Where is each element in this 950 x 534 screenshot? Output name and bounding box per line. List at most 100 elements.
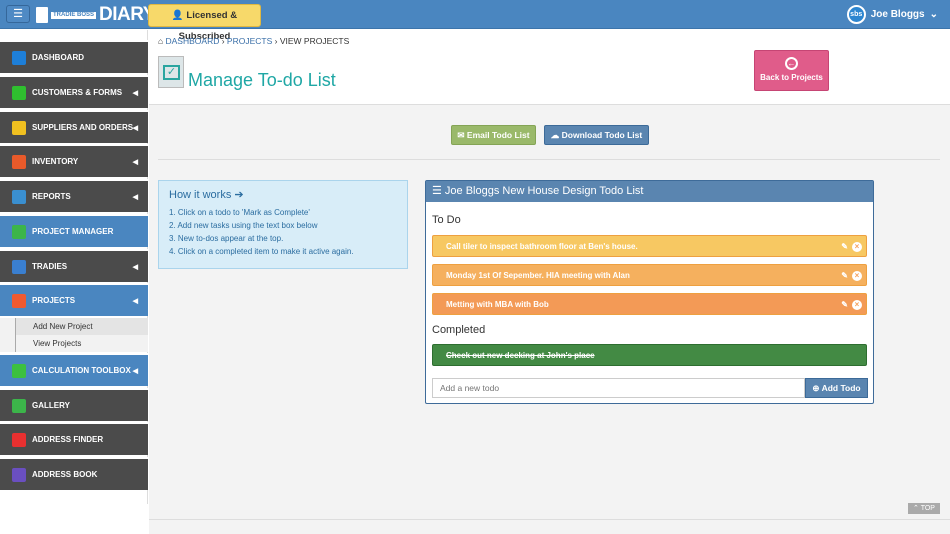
sidebar-icon xyxy=(12,154,26,169)
back-label: Back to Projects xyxy=(760,73,823,82)
sidebar-icon xyxy=(12,432,26,447)
todo-item[interactable]: Monday 1st Of Sepember. HIA meeting with… xyxy=(432,264,867,286)
caret-left-icon: ◀ xyxy=(132,263,138,271)
submenu-add-new-project[interactable]: Add New Project xyxy=(15,318,148,335)
sidebar-item-dashboard[interactable]: DASHBOARD xyxy=(0,40,148,73)
todo-text: Call tiler to inspect bathroom floor at … xyxy=(446,242,638,251)
sidebar-icon xyxy=(12,85,26,100)
breadcrumb-dashboard[interactable]: DASHBOARD xyxy=(166,36,220,46)
sidebar-item-label: ADDRESS FINDER xyxy=(32,435,104,444)
projects-submenu: Add New Project View Projects xyxy=(0,318,148,352)
back-to-top-button[interactable]: ⌃ TOP xyxy=(908,503,940,514)
completed-heading: Completed xyxy=(432,324,486,336)
download-todo-button[interactable]: ☁ Download Todo List xyxy=(544,125,649,145)
user-name: Joe Bloggs xyxy=(870,9,925,20)
email-todo-button[interactable]: ✉ Email Todo List xyxy=(451,125,536,145)
sidebar-item-address-book[interactable]: ADDRESS BOOK xyxy=(0,457,148,490)
how-step: 2. Add new tasks using the text box belo… xyxy=(169,221,318,230)
todo-actions: ✎ × xyxy=(841,294,862,315)
caret-left-icon: ◀ xyxy=(132,193,138,201)
sidebar-item-label: INVENTORY xyxy=(32,157,79,166)
todo-text: Monday 1st Of Sepember. HIA meeting with… xyxy=(446,271,630,280)
todo-actions: ✎ × xyxy=(841,236,862,257)
download-label: Download Todo List xyxy=(561,130,643,140)
breadcrumb-current: VIEW PROJECTS xyxy=(279,36,350,46)
sidebar-item-calculation-toolbox[interactable]: CALCULATION TOOLBOX ◀ xyxy=(0,353,148,386)
completed-item[interactable]: Check out new decking at John's place xyxy=(432,344,867,366)
delete-icon[interactable]: × xyxy=(852,271,862,281)
sidebar-item-project-manager[interactable]: PROJECT MANAGER xyxy=(0,214,148,247)
sidebar-item-projects[interactable]: PROJECTS ◀ xyxy=(0,283,148,316)
todo-item[interactable]: Metting with MBA with Bob ✎ × xyxy=(432,293,867,315)
add-todo-button[interactable]: ⊕ Add Todo xyxy=(805,378,868,398)
sidebar-item-reports[interactable]: REPORTS ◀ xyxy=(0,179,148,212)
sidebar-item-gallery[interactable]: GALLERY xyxy=(0,388,148,421)
sidebar-icon xyxy=(12,224,26,239)
sidebar-item-suppliers-and-orders[interactable]: SUPPLIERS AND ORDERS ◀ xyxy=(0,110,148,143)
user-menu[interactable]: sbs Joe Bloggs ⌄ xyxy=(846,5,938,24)
edit-icon[interactable]: ✎ xyxy=(841,242,848,251)
logo-text: DIARY xyxy=(99,4,155,25)
add-todo-input[interactable] xyxy=(432,378,805,398)
edit-icon[interactable]: ✎ xyxy=(841,300,848,309)
sidebar-item-label: SUPPLIERS AND ORDERS xyxy=(32,123,134,132)
sidebar-item-address-finder[interactable]: ADDRESS FINDER xyxy=(0,422,148,455)
sidebar-icon xyxy=(12,293,26,308)
sidebar-item-inventory[interactable]: INVENTORY ◀ xyxy=(0,144,148,177)
how-it-works-box: How it works ➔ 1. Click on a todo to 'Ma… xyxy=(158,180,408,269)
how-step: 3. New to-dos appear at the top. xyxy=(169,234,284,243)
panel-header: ☰ Joe Bloggs New House Design Todo List xyxy=(426,181,873,202)
caret-left-icon: ◀ xyxy=(132,367,138,375)
sidebar-item-tradies[interactable]: TRADIES ◀ xyxy=(0,249,148,282)
sidebar-item-label: CUSTOMERS & FORMS xyxy=(32,88,123,97)
license-badge[interactable]: 👤 Licensed & Subscribed xyxy=(148,4,261,42)
delete-icon[interactable]: × xyxy=(852,300,862,310)
sidebar-item-customers-forms[interactable]: CUSTOMERS & FORMS ◀ xyxy=(0,75,148,108)
submenu-view-projects[interactable]: View Projects xyxy=(15,335,148,352)
arrow-left-circle-icon: ← xyxy=(785,57,798,70)
page-title: Manage To-do List xyxy=(188,70,336,90)
sidebar-item-label: DASHBOARD xyxy=(32,53,84,62)
checklist-icon: ✓ xyxy=(158,56,184,88)
sidebar-icon xyxy=(12,398,26,413)
todo-item[interactable]: Call tiler to inspect bathroom floor at … xyxy=(432,235,867,257)
footer-line xyxy=(149,519,950,520)
todo-heading: To Do xyxy=(432,214,461,226)
menu-toggle-button[interactable]: ☰ xyxy=(6,5,30,23)
caret-left-icon: ◀ xyxy=(132,89,138,97)
back-to-projects-button[interactable]: ← Back to Projects xyxy=(754,50,829,91)
sidebar-icon xyxy=(12,189,26,204)
breadcrumb-projects[interactable]: PROJECTS xyxy=(227,36,272,46)
sidebar-item-label: REPORTS xyxy=(32,192,71,201)
how-title: How it works ➔ xyxy=(169,189,244,201)
caret-left-icon: ◀ xyxy=(132,158,138,166)
sidebar-item-label: GALLERY xyxy=(32,401,70,410)
edit-icon[interactable]: ✎ xyxy=(841,271,848,280)
todo-actions: ✎ × xyxy=(841,265,862,286)
chevron-down-icon: ⌄ xyxy=(929,9,938,20)
how-step: 1. Click on a todo to 'Mark as Complete' xyxy=(169,208,310,217)
top-bar: ☰ TRADIE BOSS DIARY 👤 Licensed & Subscri… xyxy=(0,0,950,42)
sidebar-icon xyxy=(12,50,26,65)
sidebar-item-label: TRADIES xyxy=(32,262,68,271)
sidebar-item-label: CALCULATION TOOLBOX xyxy=(32,366,131,375)
sidebar-item-label: PROJECTS xyxy=(32,296,76,305)
add-todo-label: Add Todo xyxy=(821,383,861,393)
caret-left-icon: ◀ xyxy=(132,297,138,305)
delete-icon[interactable]: × xyxy=(852,242,862,252)
logo-small-text: TRADIE BOSS xyxy=(51,11,97,19)
email-label: Email Todo List xyxy=(466,130,530,140)
sidebar-icon xyxy=(12,363,26,378)
panel-title: Joe Bloggs New House Design Todo List xyxy=(444,185,644,197)
sidebar-item-label: ADDRESS BOOK xyxy=(32,470,98,479)
caret-left-icon: ◀ xyxy=(132,124,138,132)
divider xyxy=(158,159,940,160)
how-step: 4. Click on a completed item to make it … xyxy=(169,247,354,256)
sidebar-icon xyxy=(12,259,26,274)
sidebar: Add New Project View Projects DASHBOARD C… xyxy=(0,30,148,504)
logo[interactable]: TRADIE BOSS DIARY xyxy=(36,4,155,26)
avatar: sbs xyxy=(846,5,866,24)
sidebar-icon xyxy=(12,120,26,135)
todo-text: Metting with MBA with Bob xyxy=(446,300,549,309)
top-label: TOP xyxy=(920,505,935,512)
